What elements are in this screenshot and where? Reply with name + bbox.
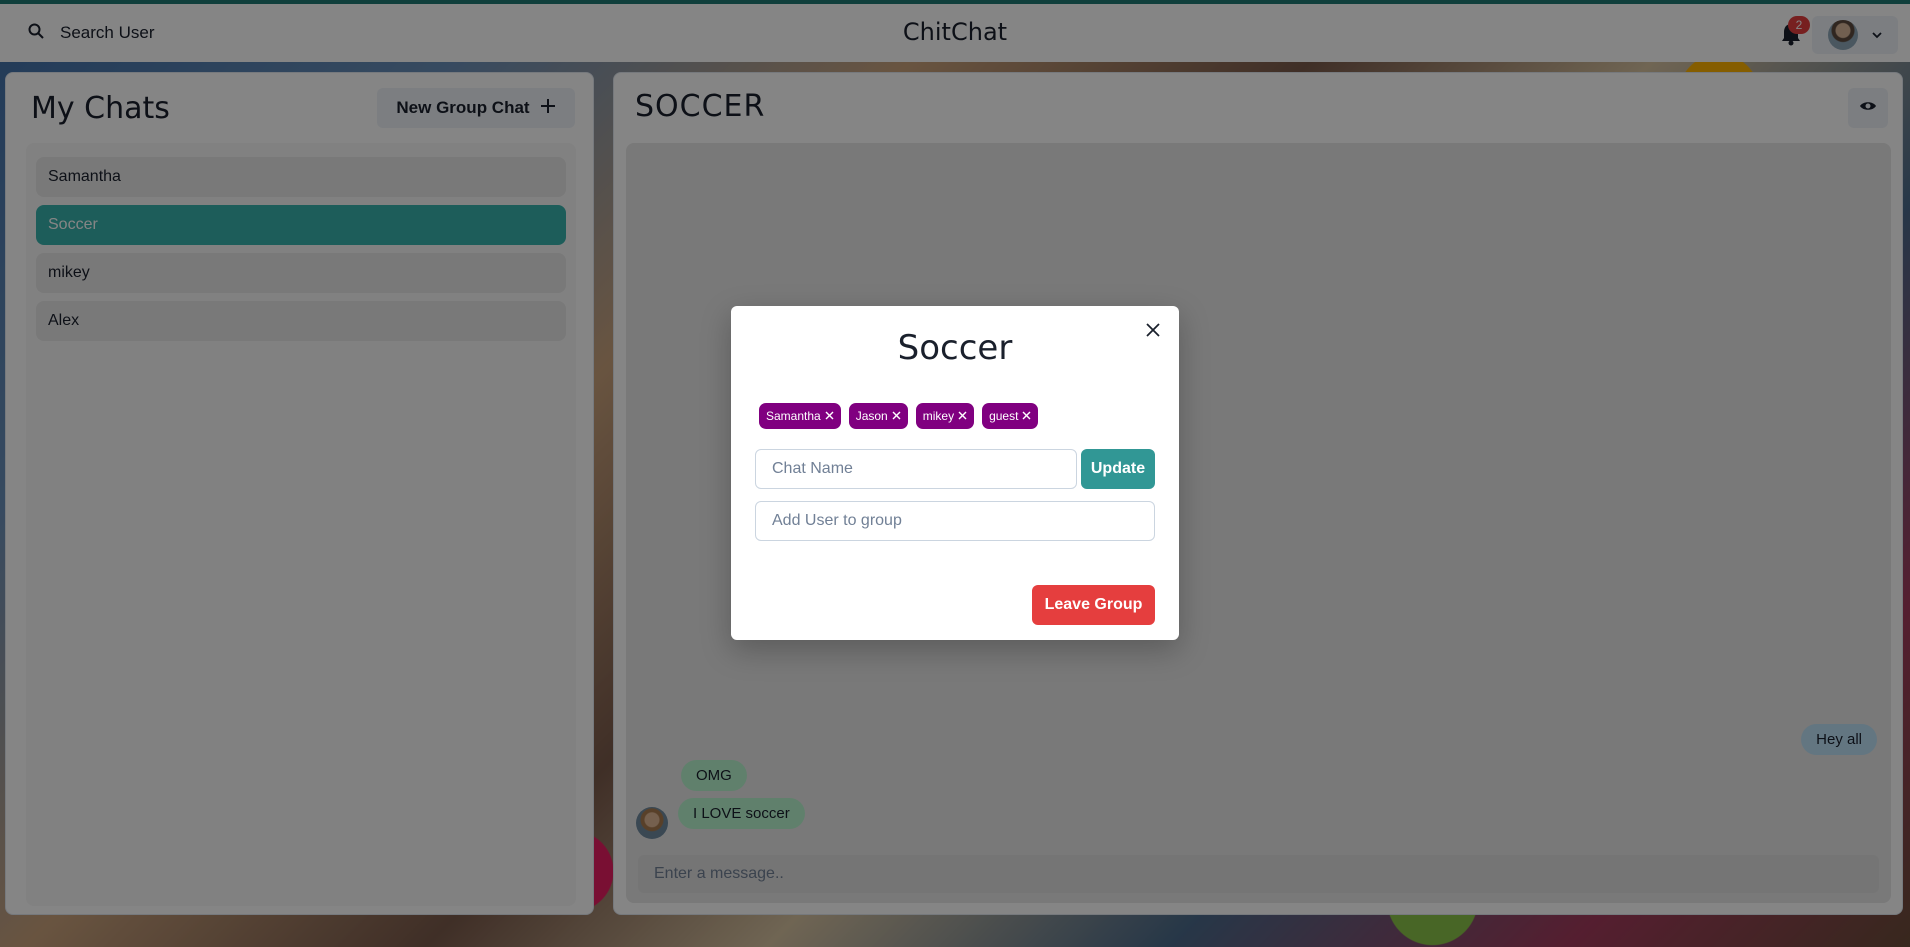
member-tag-label: mikey: [922, 409, 955, 423]
group-settings-modal: Soccer Samantha Jason mikey guest Update…: [731, 306, 1179, 640]
close-icon[interactable]: [892, 409, 901, 423]
member-tag[interactable]: Jason: [848, 403, 908, 429]
member-tag[interactable]: guest: [982, 403, 1039, 429]
member-tag-label: Samantha: [766, 409, 821, 423]
close-icon[interactable]: [1022, 409, 1031, 423]
close-icon[interactable]: [825, 409, 834, 423]
modal-title: Soccer: [897, 328, 1013, 368]
member-tag-label: Jason: [855, 409, 888, 423]
leave-group-button[interactable]: Leave Group: [1032, 585, 1155, 625]
add-user-input[interactable]: [755, 501, 1155, 541]
member-tag-label: guest: [989, 409, 1019, 423]
close-icon[interactable]: [958, 409, 967, 423]
update-button[interactable]: Update: [1081, 449, 1155, 489]
member-tag[interactable]: Samantha: [759, 403, 841, 429]
member-tag[interactable]: mikey: [915, 403, 975, 429]
chat-name-input[interactable]: [755, 449, 1077, 489]
close-icon[interactable]: [1141, 318, 1165, 342]
member-tags: Samantha Jason mikey guest: [759, 403, 1039, 429]
